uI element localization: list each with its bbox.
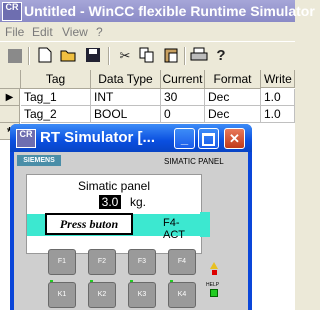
data-type-cell[interactable]: INT (91, 89, 161, 106)
tag-name-cell[interactable]: Tag_2 (21, 106, 91, 123)
column-header-current[interactable]: Current (161, 70, 205, 89)
panel-model-label: SIMATIC PANEL (164, 157, 224, 166)
simulator-app-icon: CR (16, 129, 36, 148)
paste-icon[interactable] (162, 47, 180, 65)
maximize-button[interactable] (198, 128, 219, 149)
app-icon: CR (2, 2, 22, 21)
simulator-title: RT Simulator [... (40, 129, 156, 146)
data-type-cell[interactable]: BOOL (91, 106, 161, 123)
column-header-tag[interactable]: Tag (21, 70, 91, 89)
copy-icon[interactable] (138, 47, 156, 65)
menu-bar: File Edit View ? (0, 22, 295, 41)
help-key[interactable] (210, 289, 218, 297)
column-header-format[interactable]: Format (205, 70, 261, 89)
hmi-screen: Simatic panel 3.0 kg. Press buton F4-ACT (26, 174, 202, 254)
rt-simulator-window: CR RT Simulator [... _ ✕ SIEMENS SIMATIC… (10, 124, 252, 310)
column-header-datatype[interactable]: Data Type (91, 70, 161, 89)
press-button[interactable]: Press buton (45, 213, 133, 235)
close-icon: ✕ (229, 131, 240, 146)
menu-edit[interactable]: Edit (32, 25, 53, 39)
simulator-title-bar: CR RT Simulator [... _ ✕ (10, 124, 252, 152)
toolbar-separator (108, 47, 110, 65)
f2-key[interactable]: F2 (88, 249, 116, 275)
column-header-write[interactable]: Write (261, 70, 295, 88)
value-display[interactable]: 3.0 (99, 195, 121, 209)
maximize-icon (202, 133, 215, 146)
alarm-led (212, 270, 217, 275)
f1-key[interactable]: F1 (48, 249, 76, 275)
siemens-logo: SIEMENS (17, 155, 61, 166)
write-cell[interactable]: 1.0 (261, 106, 295, 123)
f3-key[interactable]: F3 (128, 249, 156, 275)
stop-icon[interactable] (6, 47, 24, 65)
row-header-corner (0, 70, 21, 89)
hmi-panel: SIEMENS SIMATIC PANEL Simatic panel 3.0 … (14, 152, 248, 310)
open-icon[interactable] (60, 47, 78, 65)
f4-act-label: F4-ACT (163, 217, 185, 241)
toolbar-separator (184, 47, 186, 65)
format-cell[interactable]: Dec (205, 89, 261, 106)
warning-icon (210, 262, 218, 269)
k1-key[interactable]: K1 (48, 282, 76, 308)
row-marker[interactable]: ▶ (0, 89, 20, 106)
toolbar: ✂ ? (0, 41, 295, 71)
menu-file[interactable]: File (5, 25, 24, 39)
print-icon[interactable] (190, 47, 208, 65)
cyan-band-edge (200, 212, 210, 237)
title-bar: CR Untitled - WinCC flexible Runtime Sim… (0, 0, 315, 22)
menu-view[interactable]: View (62, 25, 88, 39)
row-marker[interactable] (0, 106, 20, 123)
window-title: Untitled - WinCC flexible Runtime Simula… (24, 3, 315, 19)
toolbar-separator (28, 47, 30, 65)
format-cell[interactable]: Dec (205, 106, 261, 123)
f4-key[interactable]: F4 (168, 249, 196, 275)
current-value-cell[interactable]: 0 (161, 106, 205, 123)
screen-heading: Simatic panel (77, 179, 151, 193)
k3-key[interactable]: K3 (128, 282, 156, 308)
save-icon[interactable] (84, 47, 102, 65)
menu-help[interactable]: ? (96, 25, 103, 39)
close-button[interactable]: ✕ (224, 128, 245, 149)
tag-name-cell[interactable]: Tag_1 (21, 89, 91, 106)
help-label: HELP (206, 282, 220, 288)
new-icon[interactable] (36, 47, 54, 65)
minimize-button[interactable]: _ (174, 128, 195, 149)
cut-icon[interactable]: ✂ (116, 47, 134, 65)
unit-label: kg. (130, 195, 147, 209)
minimize-icon: _ (180, 131, 189, 146)
help-icon[interactable]: ? (212, 47, 230, 65)
k2-key[interactable]: K2 (88, 282, 116, 308)
current-value-cell[interactable]: 30 (161, 89, 205, 106)
k4-key[interactable]: K4 (168, 282, 196, 308)
write-cell[interactable]: 1.0 (261, 89, 295, 106)
